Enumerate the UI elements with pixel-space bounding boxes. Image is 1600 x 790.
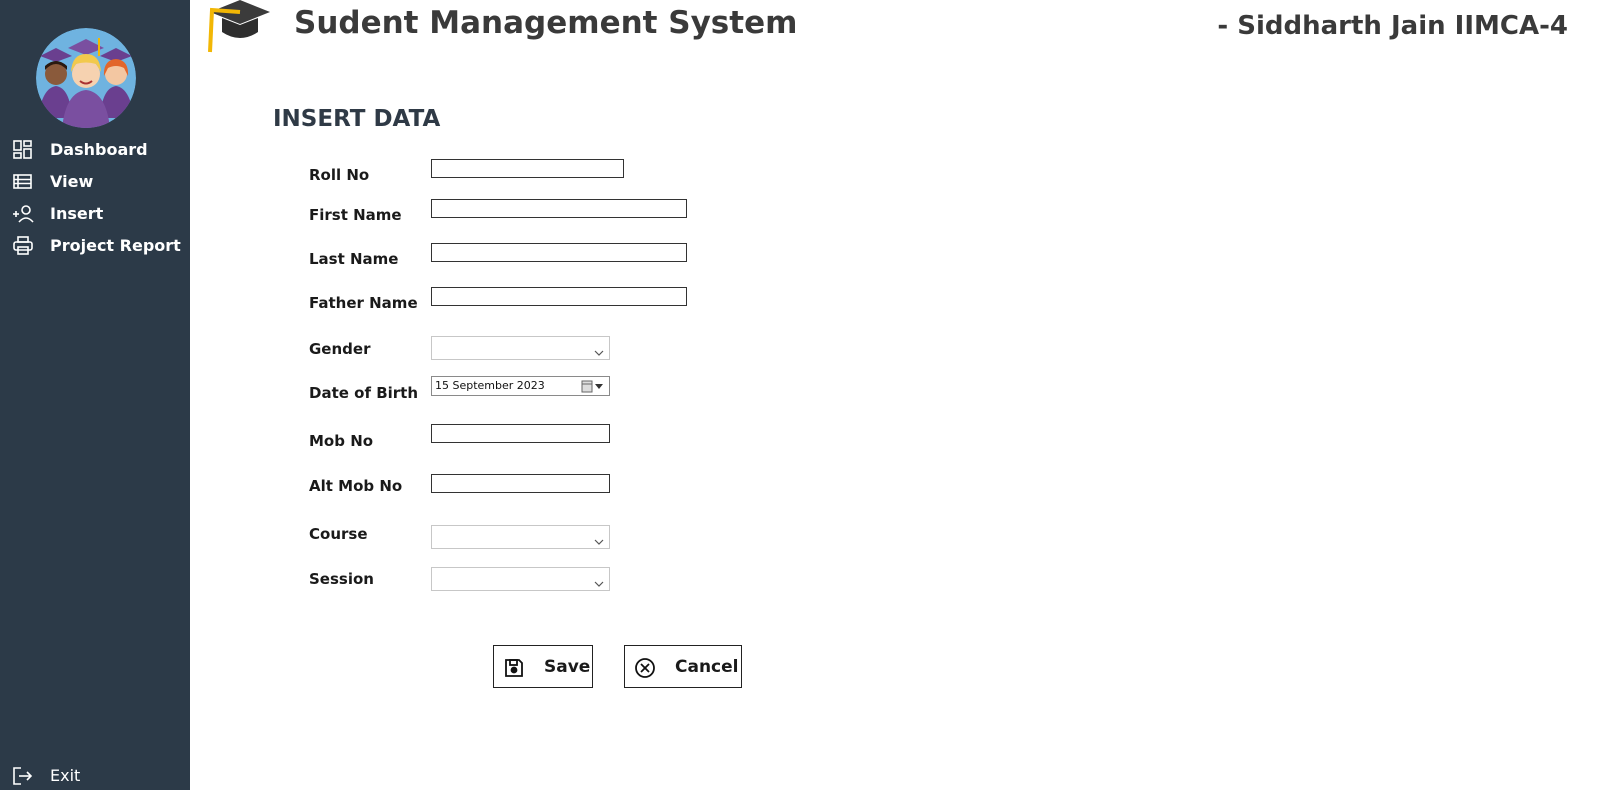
mob-no-input[interactable] bbox=[431, 424, 610, 443]
list-icon bbox=[12, 172, 34, 192]
printer-icon bbox=[12, 236, 34, 256]
sidebar-item-view[interactable]: View bbox=[0, 168, 190, 196]
alt-mob-no-label: Alt Mob No bbox=[309, 477, 403, 495]
add-user-icon bbox=[12, 204, 34, 224]
section-title: INSERT DATA bbox=[273, 106, 441, 132]
sidebar-item-project-report[interactable]: Project Report bbox=[0, 232, 190, 260]
roll-no-label: Roll No bbox=[309, 166, 370, 184]
course-select[interactable] bbox=[431, 525, 610, 549]
exit-icon bbox=[12, 766, 34, 786]
cancel-icon bbox=[634, 657, 656, 679]
page-title: Sudent Management System bbox=[294, 5, 798, 41]
session-label: Session bbox=[309, 570, 374, 588]
course-label: Course bbox=[309, 525, 368, 543]
dob-value: 15 September 2023 bbox=[435, 379, 545, 392]
father-name-label: Father Name bbox=[309, 294, 418, 312]
last-name-input[interactable] bbox=[431, 243, 687, 262]
cancel-label: Cancel bbox=[675, 657, 739, 677]
calendar-icon[interactable] bbox=[581, 380, 605, 393]
chevron-down-icon bbox=[594, 532, 604, 545]
last-name-label: Last Name bbox=[309, 250, 399, 268]
students-avatar bbox=[36, 28, 136, 128]
author-label: - Siddharth Jain IIMCA-4 bbox=[1217, 11, 1568, 41]
save-button[interactable]: Save bbox=[493, 645, 593, 688]
sidebar-item-label: Exit bbox=[50, 766, 81, 785]
chevron-down-icon bbox=[594, 343, 604, 356]
sidebar-item-exit[interactable]: Exit bbox=[0, 762, 190, 790]
dob-picker[interactable]: 15 September 2023 bbox=[431, 376, 610, 396]
session-select[interactable] bbox=[431, 567, 610, 591]
sidebar: Dashboard View Insert Project Report Exi… bbox=[0, 0, 190, 790]
cancel-button[interactable]: Cancel bbox=[624, 645, 742, 688]
graduation-cap-icon bbox=[206, 0, 274, 56]
first-name-input[interactable] bbox=[431, 199, 687, 218]
roll-no-input[interactable] bbox=[431, 159, 624, 178]
dob-label: Date of Birth bbox=[309, 384, 419, 402]
sidebar-item-label: Insert bbox=[50, 204, 104, 223]
sidebar-item-label: Dashboard bbox=[50, 140, 148, 159]
mob-no-label: Mob No bbox=[309, 432, 374, 450]
sidebar-item-label: View bbox=[50, 172, 94, 191]
sidebar-item-dashboard[interactable]: Dashboard bbox=[0, 136, 190, 164]
father-name-input[interactable] bbox=[431, 287, 687, 306]
gender-select[interactable] bbox=[431, 336, 610, 360]
sidebar-item-label: Project Report bbox=[50, 236, 181, 255]
gender-label: Gender bbox=[309, 340, 371, 358]
first-name-label: First Name bbox=[309, 206, 402, 224]
chevron-down-icon bbox=[594, 574, 604, 587]
save-icon bbox=[503, 657, 525, 679]
sidebar-item-insert[interactable]: Insert bbox=[0, 200, 190, 228]
save-label: Save bbox=[544, 657, 591, 677]
dashboard-icon bbox=[12, 140, 34, 160]
alt-mob-no-input[interactable] bbox=[431, 474, 610, 493]
